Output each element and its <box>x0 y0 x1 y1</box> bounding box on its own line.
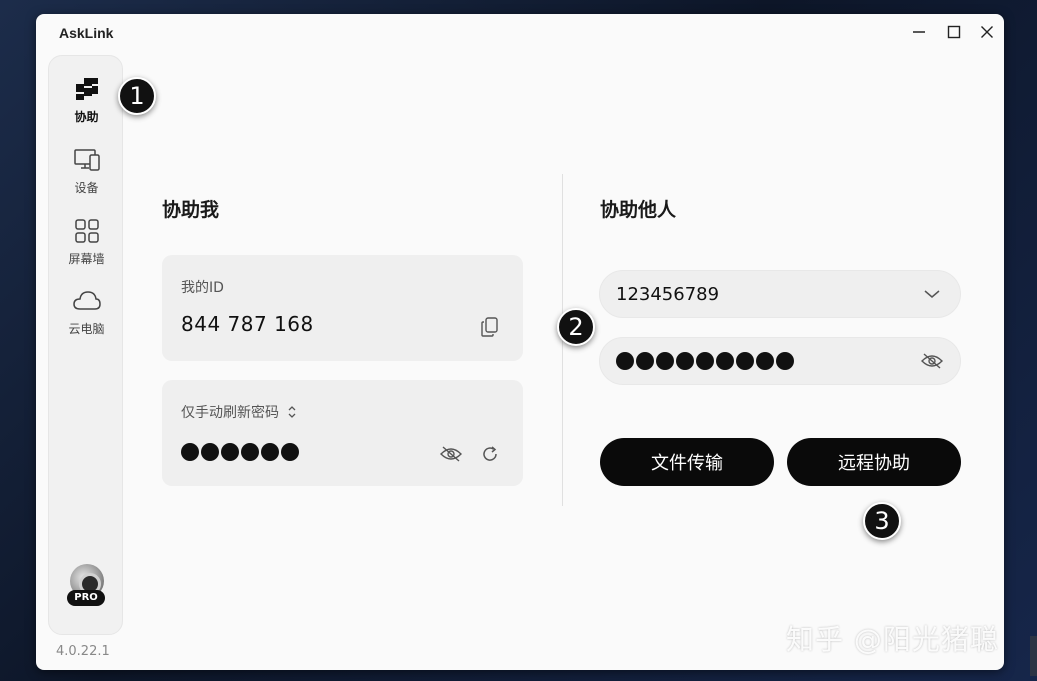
file-transfer-button[interactable]: 文件传输 <box>600 438 774 486</box>
toggle-visibility-button[interactable] <box>920 349 944 373</box>
password-dot <box>281 443 299 461</box>
password-dot <box>676 352 694 370</box>
chevron-down-icon <box>924 290 940 298</box>
password-dot <box>696 352 714 370</box>
pro-badge: PRO <box>67 590 105 606</box>
password-dot <box>736 352 754 370</box>
refresh-icon <box>483 446 497 461</box>
password-dot <box>221 443 239 461</box>
history-dropdown-button[interactable] <box>920 282 944 306</box>
password-dot <box>756 352 774 370</box>
device-id-value: 123456789 <box>616 284 720 305</box>
sidebar-item-cloud[interactable]: 云电脑 <box>49 286 124 346</box>
password-mode-label: 仅手动刷新密码 <box>181 405 279 421</box>
password-dot <box>616 352 634 370</box>
peer-password-masked <box>616 352 794 370</box>
password-mode-select[interactable]: 仅手动刷新密码 <box>181 402 297 422</box>
password-dot <box>201 443 219 461</box>
step-badge-3: 3 <box>863 502 901 540</box>
close-icon <box>981 26 993 38</box>
sidebar-item-label: 屏幕墙 <box>68 252 105 266</box>
sidebar: 协助 设备 屏幕墙 云电脑 PRO <box>48 55 123 635</box>
step-badge-1: 1 <box>118 77 156 115</box>
sidebar-item-label: 云电脑 <box>68 322 105 336</box>
sidebar-item-screenwall[interactable]: 屏幕墙 <box>49 216 124 276</box>
my-password-masked <box>181 443 299 461</box>
copy-button[interactable] <box>478 315 502 339</box>
assist-icon <box>73 74 101 104</box>
watermark: 知乎 @阳光猪聪 <box>786 623 999 656</box>
minimize-button[interactable] <box>904 20 934 44</box>
my-id-value: 844 787 168 <box>181 312 314 336</box>
password-dot <box>776 352 794 370</box>
password-dot <box>656 352 674 370</box>
password-card: 仅手动刷新密码 <box>162 380 523 486</box>
sidebar-item-assist[interactable]: 协助 <box>49 74 124 134</box>
maximize-button[interactable] <box>939 20 969 44</box>
cloud-icon <box>72 286 102 316</box>
devices-icon <box>73 145 101 175</box>
help-me-title: 协助我 <box>162 199 220 221</box>
sidebar-item-label: 设备 <box>74 181 99 195</box>
updown-chevron-icon <box>288 406 296 418</box>
password-dot <box>241 443 259 461</box>
app-title: AskLink <box>59 25 114 41</box>
password-input[interactable] <box>599 337 961 385</box>
app-window: AskLink 协助 设备 屏幕墙 云电脑 PRO 4.0.22.1 协助我 我… <box>36 14 1004 670</box>
background-edge <box>1030 636 1037 676</box>
step-badge-2: 2 <box>557 308 595 346</box>
password-dot <box>181 443 199 461</box>
help-others-title: 协助他人 <box>600 199 677 221</box>
version-label: 4.0.22.1 <box>56 644 110 659</box>
password-dot <box>261 443 279 461</box>
remote-assist-button[interactable]: 远程协助 <box>787 438 961 486</box>
my-id-label: 我的ID <box>181 280 224 296</box>
copy-icon <box>481 317 498 337</box>
eye-off-icon <box>440 446 462 462</box>
password-dot <box>636 352 654 370</box>
close-button[interactable] <box>972 20 1002 44</box>
grid-icon <box>73 216 101 246</box>
my-id-card: 我的ID 844 787 168 <box>162 255 523 361</box>
toggle-visibility-button[interactable] <box>439 442 463 466</box>
eye-off-icon <box>921 353 943 369</box>
refresh-password-button[interactable] <box>478 442 502 466</box>
device-id-input[interactable]: 123456789 <box>599 270 961 318</box>
password-dot <box>716 352 734 370</box>
sidebar-item-devices[interactable]: 设备 <box>49 145 124 205</box>
maximize-icon <box>947 25 961 39</box>
user-avatar[interactable]: PRO <box>67 564 107 608</box>
sidebar-item-label: 协助 <box>74 110 99 124</box>
minimize-icon <box>913 31 925 33</box>
